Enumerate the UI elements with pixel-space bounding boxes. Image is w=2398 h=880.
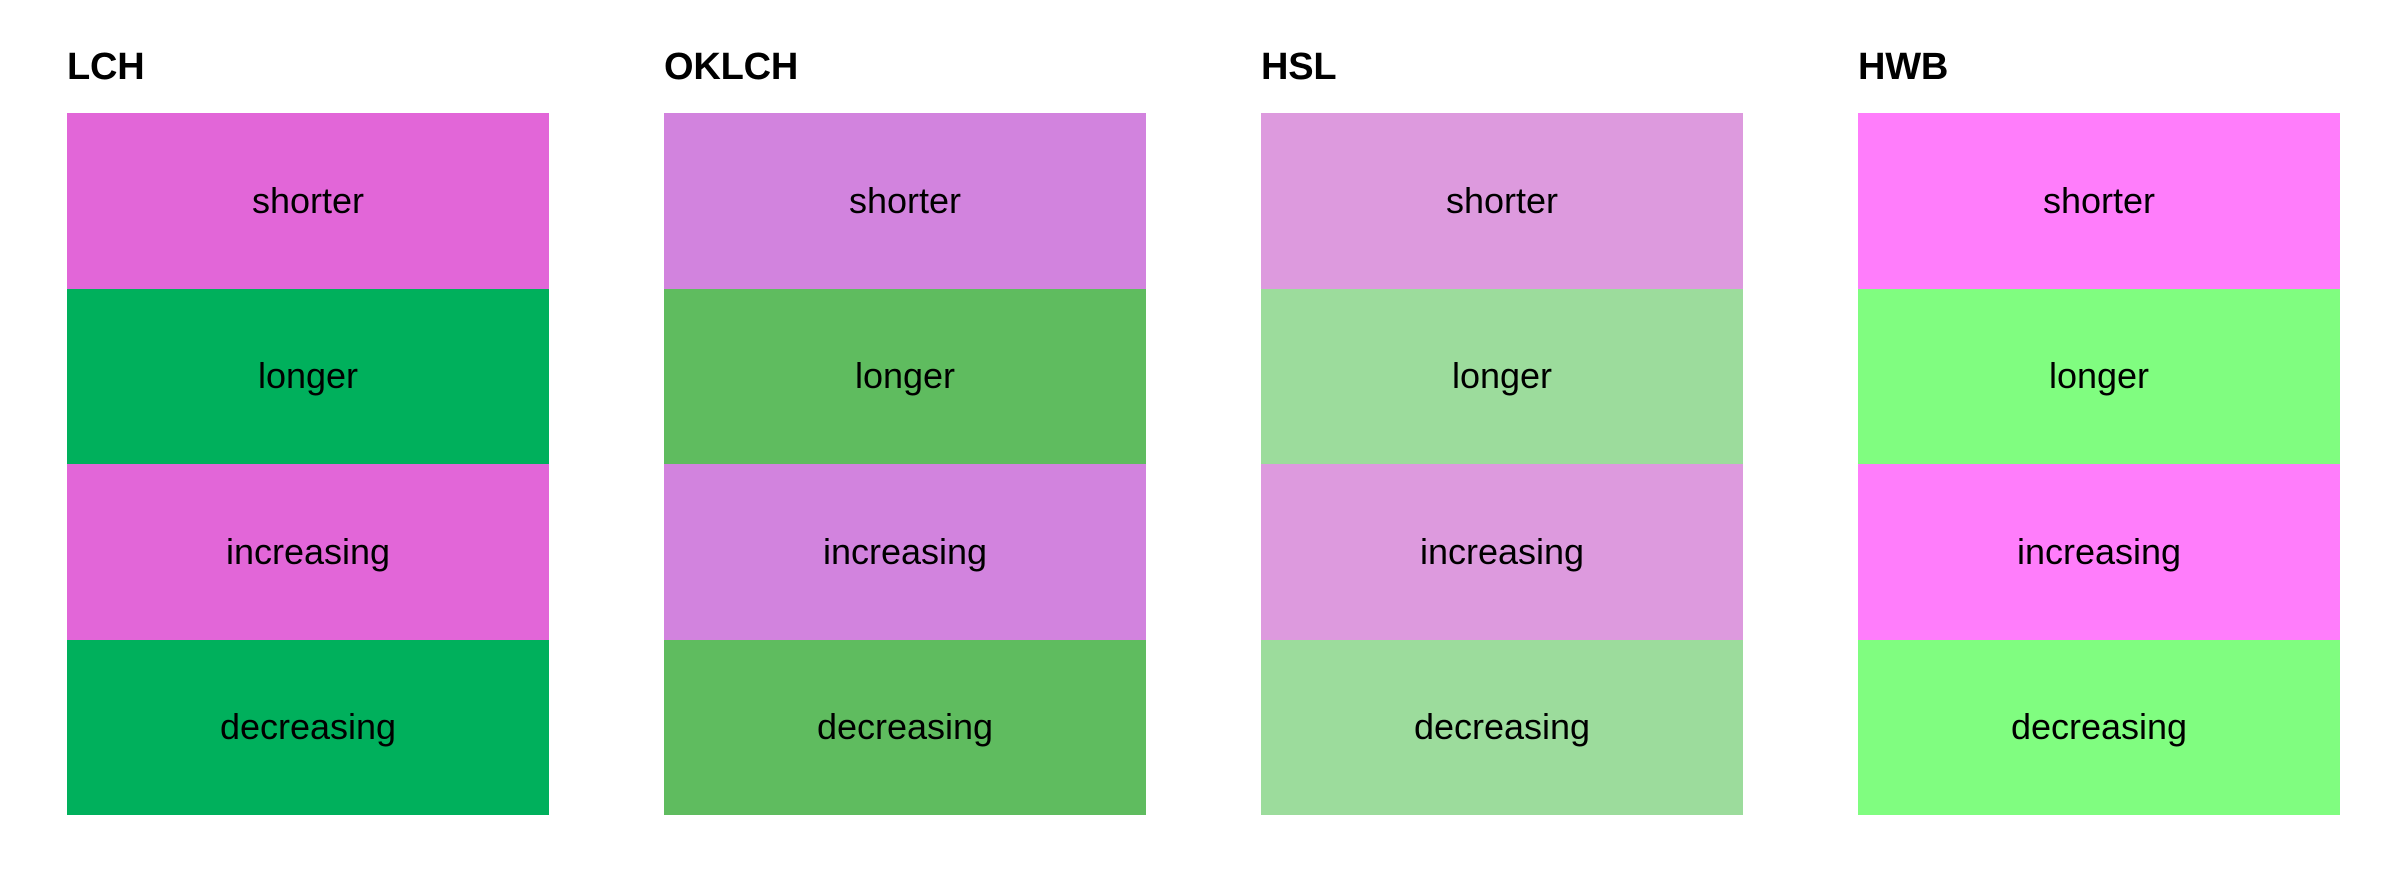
color-space-column: LCH shorter longer increasing decreasing [67,48,549,815]
swatch-label: decreasing [1413,706,1591,748]
color-swatch: longer [67,288,549,464]
swatch-label: longer [2048,355,2150,397]
color-swatch: decreasing [1858,639,2340,815]
color-swatch: longer [1261,288,1743,464]
column-title: LCH [67,46,145,88]
swatch-label: decreasing [219,706,397,748]
color-swatch: longer [1858,288,2340,464]
color-space-columns: LCH shorter longer increasing decreasing OKLC… [67,48,2340,815]
color-swatch: shorter [1858,113,2340,289]
color-space-column: HSL shorter longer increasing decreasing [1261,48,1743,815]
color-swatch: increasing [664,464,1146,640]
color-interpolation-comparison: LCH shorter longer increasing decreasing OKLC… [0,0,2398,880]
swatch-label: longer [257,355,359,397]
column-title: HWB [1858,46,1949,88]
color-space-column: OKLCH shorter longer increasing decreasing [664,48,1146,815]
color-swatch: increasing [1858,464,2340,640]
column-title: OKLCH [664,46,799,88]
color-swatch: shorter [67,113,549,289]
color-swatch: shorter [664,113,1146,289]
swatch-label: decreasing [816,706,994,748]
color-swatch: decreasing [67,639,549,815]
swatch-stack: shorter longer increasing decreasing [664,113,1146,815]
swatch-label: increasing [225,530,391,572]
swatch-label: shorter [2042,179,2156,221]
swatch-label: decreasing [2010,706,2188,748]
swatch-label: shorter [1445,179,1559,221]
swatch-stack: shorter longer increasing decreasing [67,113,549,815]
column-title: HSL [1261,46,1337,88]
color-swatch: decreasing [1261,639,1743,815]
color-swatch: shorter [1261,113,1743,289]
swatch-label: increasing [1419,530,1585,572]
color-swatch: decreasing [664,639,1146,815]
swatch-label: shorter [251,179,365,221]
color-swatch: increasing [67,464,549,640]
color-swatch: longer [664,288,1146,464]
swatch-stack: shorter longer increasing decreasing [1858,113,2340,815]
swatch-label: increasing [822,530,988,572]
color-space-column: HWB shorter longer increasing decreasing [1858,48,2340,815]
swatch-label: shorter [848,179,962,221]
swatch-label: longer [1451,355,1553,397]
swatch-label: increasing [2016,530,2182,572]
color-swatch: increasing [1261,464,1743,640]
swatch-stack: shorter longer increasing decreasing [1261,113,1743,815]
swatch-label: longer [854,355,956,397]
